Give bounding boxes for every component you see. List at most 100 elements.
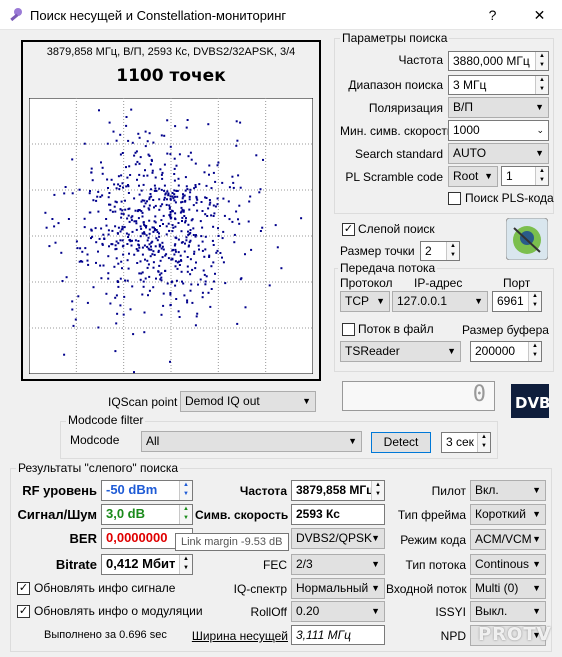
minsr-label: Мин. симв. скорость [340, 124, 454, 138]
upd-signal-checkbox[interactable]: ✓ [17, 582, 30, 595]
point-size-input[interactable]: 2 ▲ ▼ [420, 241, 460, 261]
point-size-label: Размер точки [340, 244, 415, 258]
res-standard-select[interactable]: DVBS2/QPSK ▼ [291, 528, 385, 549]
npd-label: NPD [440, 629, 466, 643]
port-header: Порт [503, 276, 531, 290]
issyi-label: ISSYI [435, 605, 466, 619]
input-select[interactable]: Multi (0) ▼ [470, 578, 546, 599]
bitrate-label: Bitrate [55, 557, 97, 572]
tofile-label: Поток в файл [358, 322, 434, 336]
app-icon [10, 8, 22, 22]
chevron-down-icon: ▼ [348, 436, 357, 446]
proto-header: Протокол [340, 276, 393, 290]
pol-select[interactable]: В/П ▼ [448, 97, 549, 118]
dvb-logo-icon: DVB [511, 384, 549, 418]
detect-time-input[interactable]: 3 сек ▲ ▼ [441, 432, 491, 453]
rolloff-label: RollOff [250, 605, 287, 619]
rolloff-select[interactable]: 0.20 ▼ [291, 601, 385, 622]
ip-header: IP-адрес [414, 276, 463, 290]
res-freq-value: 3879,858 МГц ▲ ▼ [291, 480, 385, 501]
pls-search-checkbox[interactable] [448, 192, 461, 205]
chevron-down-icon: ▼ [302, 396, 311, 406]
minsr-select[interactable]: 1000 ⌄ [448, 120, 549, 141]
frame-label: Тип фрейма [397, 508, 466, 522]
pls-mode-select[interactable]: Root ▼ [448, 166, 498, 187]
chevron-down-icon: ▼ [484, 171, 493, 181]
port-input[interactable]: 6961 ▲ ▼ [492, 291, 542, 312]
pilot-label: Пилот [431, 484, 466, 498]
chevron-down-icon: ▼ [532, 583, 541, 593]
bufsize-input[interactable]: 200000 ▲ ▼ [470, 341, 542, 362]
title-bar: Поиск несущей и Constellation-мониторинг… [0, 0, 562, 30]
res-freq-label: Частота [239, 484, 287, 498]
frame-select[interactable]: Короткий ▼ [470, 504, 546, 525]
snr-label: Сигнал/Шум [17, 507, 98, 522]
chevron-down-icon: ▼ [532, 509, 541, 519]
iqspec-label: IQ-спектр [233, 582, 287, 596]
chevron-down-icon: ▼ [474, 296, 483, 306]
chevron-down-icon: ▼ [532, 534, 541, 544]
modcode-label: Modcode [70, 433, 120, 447]
bufsize-spin[interactable]: ▲ ▼ [528, 342, 541, 361]
freq-spin[interactable]: ▲ ▼ [535, 52, 548, 70]
bitrate-value: 0,412 Мбит ▲ ▼ [101, 554, 193, 575]
constellation-panel: 3879,858 МГц, В/П, 2593 Кс, DVBS2/32APSK… [21, 40, 321, 381]
fec-select[interactable]: 2/3 ▼ [291, 554, 385, 575]
results-title: Результаты "слепого" поиска [16, 461, 181, 475]
detect-button[interactable]: Detect [371, 432, 431, 453]
blind-search-checkbox[interactable]: ✓ [342, 223, 355, 236]
stype-select[interactable]: Continous ▼ [470, 554, 546, 575]
modcode-select[interactable]: All ▼ [141, 431, 362, 452]
upd-mod-checkbox[interactable]: ✓ [17, 605, 30, 618]
pls-spin[interactable]: ▲ ▼ [535, 167, 548, 185]
constellation-plot [29, 98, 313, 374]
range-input[interactable]: 3 МГц ▲ ▼ [448, 75, 549, 95]
tofile-checkbox[interactable] [342, 323, 355, 336]
pol-label: Поляризация [368, 101, 443, 115]
iqscan-select[interactable]: Demod IQ out ▼ [180, 391, 316, 412]
ip-select[interactable]: 127.0.0.1 ▼ [392, 291, 488, 312]
chevron-down-icon: ▼ [376, 296, 385, 306]
res-sr-label: Симв. скорость [195, 508, 289, 522]
standard-label: Search standard [354, 147, 443, 161]
constellation-header: 3879,858 МГц, В/П, 2593 Кс, DVBS2/32APSK… [46, 46, 296, 58]
stream-title: Передача потока [338, 261, 438, 275]
reader-select[interactable]: TSReader ▼ [340, 341, 461, 362]
res-sr-value: 2593 Кс [291, 504, 385, 525]
chevron-down-icon: ▼ [371, 559, 380, 569]
chevron-down-icon: ▼ [371, 583, 380, 593]
bw-label[interactable]: Ширина несущей [180, 629, 288, 643]
chevron-down-icon: ▼ [532, 559, 541, 569]
chevron-down-icon: ▼ [371, 533, 380, 543]
mode-select[interactable]: ACM/VCM ▼ [470, 529, 546, 550]
iqspec-select[interactable]: Нормальный ▼ [291, 578, 385, 599]
upd-mod-label: Обновлять инфо о модуляции [34, 604, 203, 618]
range-spin[interactable]: ▲ ▼ [535, 76, 548, 94]
proto-select[interactable]: TCP ▼ [340, 291, 390, 312]
point-size-spin[interactable]: ▲ ▼ [446, 242, 459, 260]
chevron-down-icon: ▼ [371, 606, 380, 616]
pls-label: PL Scramble code [345, 170, 443, 184]
snr-value: 3,0 dB ▲ ▼ [101, 504, 193, 525]
chevron-down-icon: ⌄ [536, 125, 544, 135]
chevron-down-icon: ▼ [532, 485, 541, 495]
pilot-select[interactable]: Вкл. ▼ [470, 480, 546, 501]
close-button[interactable]: ✕ [517, 0, 562, 30]
modcode-title: Modcode filter [66, 413, 146, 427]
svg-text:DVB: DVB [515, 394, 549, 412]
input-label: Входной поток [386, 582, 467, 596]
window-title: Поиск несущей и Constellation-мониторинг [30, 8, 287, 23]
blind-search-label: Слепой поиск [358, 222, 435, 236]
help-button[interactable]: ? [470, 0, 515, 30]
freq-input[interactable]: 3880,000 МГц ▲ ▼ [448, 51, 549, 71]
standard-select[interactable]: AUTO ▼ [448, 143, 549, 164]
pls-code-input[interactable]: 1 ▲ ▼ [501, 166, 549, 186]
rf-value: -50 dBm ▲ ▼ [101, 480, 193, 501]
fec-label: FEC [263, 558, 287, 572]
chevron-down-icon: ▼ [532, 606, 541, 616]
detect-time-spin[interactable]: ▲ ▼ [477, 433, 490, 452]
port-spin[interactable]: ▲ ▼ [528, 292, 541, 311]
signal-counter: 0 [342, 381, 495, 411]
rf-label: RF уровень [22, 483, 97, 498]
issyi-select[interactable]: Выкл. ▼ [470, 601, 546, 622]
